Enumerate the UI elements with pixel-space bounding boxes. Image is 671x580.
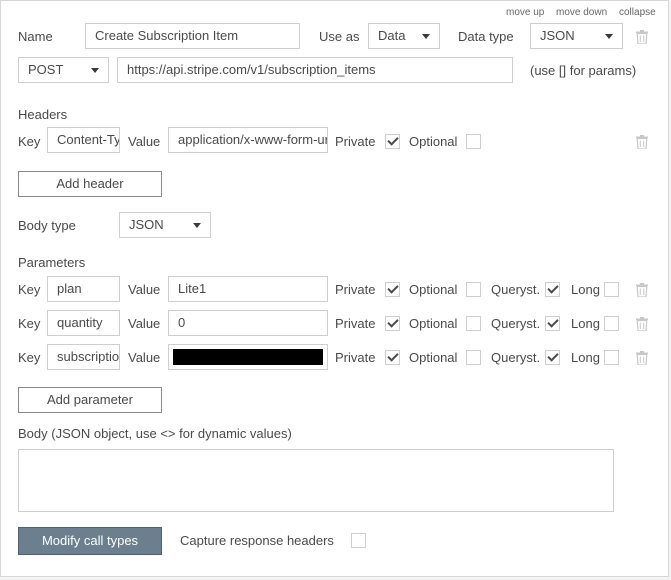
param-long-checkbox[interactable] [604, 350, 619, 365]
param-queryst-label: Queryst. [491, 316, 541, 331]
use-as-dropdown[interactable]: Data [368, 23, 440, 49]
chevron-down-icon [605, 34, 613, 39]
param-queryst-checkbox[interactable] [545, 282, 560, 297]
param-long-checkbox[interactable] [604, 316, 619, 331]
name-label: Name [18, 29, 53, 44]
use-as-value: Data [378, 28, 406, 43]
body-type-label: Body type [18, 218, 76, 233]
header-value-input[interactable]: application/x-www-form-urlencoded [168, 127, 328, 153]
parameters-section-label: Parameters [18, 255, 86, 270]
param-long-label: Long [571, 350, 600, 365]
param-key-label: Key [18, 350, 41, 365]
header-key-input[interactable]: Content-Type [47, 127, 120, 153]
trash-icon[interactable] [636, 135, 648, 149]
header-value-label: Value [128, 134, 161, 149]
header-optional-label: Optional [409, 134, 458, 149]
url-input[interactable]: https://api.stripe.com/v1/subscription_i… [117, 57, 513, 83]
add-header-button[interactable]: Add header [18, 171, 162, 197]
param-private-label: Private [335, 316, 376, 331]
body-label: Body (JSON object, use <> for dynamic va… [18, 426, 292, 441]
url-hint: (use [] for params) [530, 63, 637, 78]
param-optional-checkbox[interactable] [466, 350, 481, 365]
body-textarea[interactable] [18, 449, 614, 512]
chevron-down-icon [91, 68, 99, 73]
modify-call-types-button[interactable]: Modify call types [18, 527, 162, 555]
add-parameter-button[interactable]: Add parameter [18, 387, 162, 413]
param-queryst-label: Queryst. [491, 282, 541, 297]
param-queryst-checkbox[interactable] [545, 316, 560, 331]
param-queryst-label: Queryst. [491, 350, 541, 365]
capture-response-headers-checkbox[interactable] [351, 533, 366, 548]
param-private-checkbox[interactable] [385, 316, 400, 331]
param-optional-checkbox[interactable] [466, 282, 481, 297]
header-private-label: Private [335, 134, 376, 149]
move-up-link[interactable]: move up [506, 7, 544, 18]
header-key-label: Key [18, 134, 41, 149]
param-private-checkbox[interactable] [385, 282, 400, 297]
param-value-input[interactable] [168, 344, 328, 370]
param-private-checkbox[interactable] [385, 350, 400, 365]
capture-response-headers-label: Capture response headers [180, 533, 334, 548]
use-as-label: Use as [319, 29, 360, 44]
param-key-label: Key [18, 316, 41, 331]
param-value-label: Value [128, 316, 161, 331]
param-value-input[interactable]: 0 [168, 310, 328, 336]
body-type-value: JSON [129, 217, 164, 232]
param-queryst-checkbox[interactable] [545, 350, 560, 365]
trash-icon[interactable] [636, 351, 648, 365]
method-dropdown[interactable]: POST [18, 57, 109, 83]
header-private-checkbox[interactable] [385, 134, 400, 149]
chevron-down-icon [193, 223, 201, 228]
param-key-input[interactable]: quantity [47, 310, 120, 336]
trash-icon[interactable] [636, 30, 648, 44]
move-down-link[interactable]: move down [556, 7, 607, 18]
trash-icon[interactable] [636, 283, 648, 297]
param-long-checkbox[interactable] [604, 282, 619, 297]
headers-section-label: Headers [18, 107, 68, 122]
param-optional-label: Optional [409, 316, 458, 331]
param-long-label: Long [571, 316, 600, 331]
body-type-dropdown[interactable]: JSON [119, 212, 211, 238]
param-optional-checkbox[interactable] [466, 316, 481, 331]
param-value-input[interactable]: Lite1 [168, 276, 328, 302]
param-long-label: Long [571, 282, 600, 297]
collapse-link[interactable]: collapse [619, 7, 656, 18]
redacted-value [173, 349, 323, 365]
param-key-label: Key [18, 282, 41, 297]
param-private-label: Private [335, 350, 376, 365]
data-type-label: Data type [458, 29, 514, 44]
name-input[interactable]: Create Subscription Item [85, 23, 300, 49]
data-type-value: JSON [540, 28, 575, 43]
param-private-label: Private [335, 282, 376, 297]
data-type-dropdown[interactable]: JSON [530, 23, 623, 49]
method-value: POST [28, 62, 64, 77]
header-optional-checkbox[interactable] [466, 134, 481, 149]
param-optional-label: Optional [409, 282, 458, 297]
api-call-panel: move up move down collapse Name Create S… [0, 0, 669, 577]
param-value-label: Value [128, 282, 161, 297]
param-value-label: Value [128, 350, 161, 365]
chevron-down-icon [422, 34, 430, 39]
param-key-input[interactable]: plan [47, 276, 120, 302]
trash-icon[interactable] [636, 317, 648, 331]
param-key-input[interactable]: subscription [47, 344, 120, 370]
param-optional-label: Optional [409, 350, 458, 365]
